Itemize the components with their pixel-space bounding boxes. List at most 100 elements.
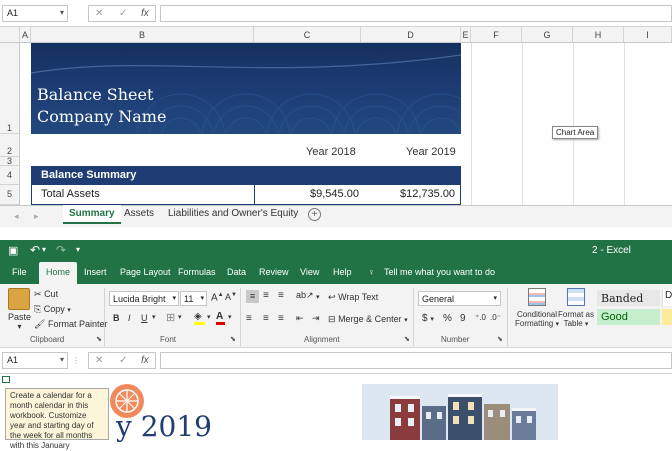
fx-icon[interactable]: fx — [141, 8, 149, 19]
align-right-icon[interactable]: ≡ — [278, 313, 284, 324]
fx-icon[interactable]: fx — [141, 355, 149, 366]
dialog-launcher-icon[interactable]: ⬊ — [96, 335, 102, 343]
enter-icon[interactable]: ✓ — [119, 355, 127, 366]
title-banner[interactable]: Balance Sheet Company Name — [31, 43, 461, 134]
chevron-down-icon[interactable]: ▾ — [60, 8, 64, 17]
chart-area-tooltip: Chart Area — [552, 126, 599, 139]
sheet-tab-liabilities[interactable]: Liabilities and Owner's Equity — [162, 205, 304, 224]
tab-insert[interactable]: Insert — [84, 262, 107, 284]
select-all-corner[interactable] — [0, 27, 20, 43]
copy-button[interactable]: ⎘ Copy ▾ — [34, 304, 71, 315]
format-as-table-button[interactable]: Format as Table ▾ — [557, 288, 595, 328]
scroll-left-icon[interactable]: ◂ — [14, 211, 19, 222]
comma-button[interactable]: 9 — [460, 313, 466, 324]
decrease-font-icon[interactable]: A▼ — [225, 292, 237, 302]
column-header-c[interactable]: C — [254, 27, 361, 43]
align-left-icon[interactable]: ≡ — [246, 313, 252, 324]
tab-file[interactable]: File — [12, 262, 27, 284]
align-top-icon[interactable]: ≡ — [246, 290, 259, 303]
column-header-d[interactable]: D — [361, 27, 461, 43]
column-header-g[interactable]: G — [522, 27, 573, 43]
tab-home[interactable]: Home — [39, 262, 78, 284]
format-painter-button[interactable]: 🖌 Format Painter — [34, 319, 107, 330]
borders-icon[interactable]: ⊞ — [166, 311, 175, 324]
decrease-indent-icon[interactable]: ⇤ — [296, 313, 304, 324]
style-gallery-next-2[interactable] — [662, 309, 672, 325]
name-box-2[interactable]: A1 ▾ — [2, 352, 68, 369]
wrap-text-button[interactable]: ↩ Wrap Text — [328, 292, 378, 303]
sheet-tab-summary[interactable]: Summary — [63, 205, 121, 224]
font-family-select[interactable]: Lucida Bright ▾ — [109, 291, 179, 306]
align-middle-icon[interactable]: ≡ — [263, 290, 269, 301]
chevron-down-icon[interactable]: ▾ — [178, 313, 182, 321]
chevron-down-icon[interactable]: ▾ — [316, 293, 320, 301]
column-header-b[interactable]: B — [31, 27, 254, 43]
redo-icon[interactable]: ↷ — [56, 243, 66, 257]
add-sheet-button[interactable]: + — [308, 208, 321, 221]
table-row[interactable]: Total Assets $9,545.00 $12,735.00 — [31, 185, 461, 205]
tell-me-box[interactable]: Tell me what you want to do — [384, 262, 495, 284]
style-banded[interactable]: Banded — [597, 290, 660, 306]
column-header-a[interactable]: A — [20, 27, 31, 43]
cancel-icon[interactable]: ✕ — [95, 355, 103, 366]
increase-font-icon[interactable]: A▲ — [211, 292, 224, 303]
decrease-decimal-icon[interactable]: .0⁻ — [490, 313, 501, 322]
enter-icon[interactable]: ✓ — [119, 8, 127, 19]
number-format-select[interactable]: General ▾ — [418, 291, 501, 306]
splitter-icon[interactable]: ⋮ — [72, 356, 80, 365]
bold-button[interactable]: B — [113, 313, 120, 323]
formula-input[interactable] — [160, 5, 672, 22]
conditional-formatting-button[interactable]: Conditional Formatting ▾ — [513, 288, 561, 328]
paste-button[interactable]: Paste ▾ — [8, 288, 31, 331]
dialog-launcher-icon[interactable]: ⬊ — [230, 335, 236, 343]
dialog-launcher-icon[interactable]: ⬊ — [497, 335, 503, 343]
cut-button[interactable]: ✂ Cut — [34, 289, 58, 300]
formula-input-2[interactable] — [160, 352, 672, 369]
scroll-right-icon[interactable]: ▸ — [34, 211, 39, 222]
chevron-down-icon[interactable]: ▾ — [60, 355, 64, 364]
increase-indent-icon[interactable]: ⇥ — [312, 313, 320, 324]
chevron-down-icon[interactable]: ▾ — [207, 313, 211, 321]
row-header-3[interactable]: 3 — [0, 157, 20, 166]
style-gallery-next-1[interactable]: D — [662, 290, 672, 306]
font-color-button[interactable]: A — [216, 311, 225, 325]
increase-decimal-icon[interactable]: ⁺.0 — [475, 313, 486, 322]
chevron-down-icon[interactable]: ▾ — [228, 313, 232, 321]
column-header-h[interactable]: H — [573, 27, 624, 43]
gridline — [573, 43, 574, 205]
tab-help[interactable]: Help — [333, 262, 352, 284]
currency-button[interactable]: $ ▾ — [422, 313, 434, 324]
undo-icon[interactable]: ↶ — [30, 243, 40, 257]
tab-review[interactable]: Review — [259, 262, 289, 284]
undo-dropdown-icon[interactable]: ▾ — [42, 245, 46, 254]
sheet-tab-assets[interactable]: Assets — [118, 205, 160, 224]
underline-button[interactable]: U — [141, 313, 148, 323]
merge-center-button[interactable]: ⊟ Merge & Center ▾ — [328, 314, 408, 325]
cancel-icon[interactable]: ✕ — [95, 8, 103, 19]
orientation-icon[interactable]: ab↗ — [296, 290, 314, 301]
column-header-e[interactable]: E — [461, 27, 471, 43]
row-header-5[interactable]: 5 — [0, 185, 20, 205]
selected-cell-marker[interactable] — [2, 376, 10, 383]
tab-page-layout[interactable]: Page Layout — [120, 262, 171, 284]
percent-button[interactable]: % — [443, 313, 452, 324]
save-icon[interactable]: ▣ — [8, 244, 18, 257]
row-header-1[interactable]: 1 — [0, 43, 20, 134]
align-bottom-icon[interactable]: ≡ — [278, 290, 284, 301]
italic-button[interactable]: I — [128, 313, 131, 323]
chevron-down-icon[interactable]: ▾ — [152, 313, 156, 321]
tab-view[interactable]: View — [300, 262, 319, 284]
row-header-4[interactable]: 4 — [0, 166, 20, 185]
customize-toolbar-icon[interactable]: ▾ — [76, 245, 80, 254]
tab-formulas[interactable]: Formulas — [178, 262, 216, 284]
font-size-select[interactable]: 11 ▾ — [180, 291, 207, 306]
fill-color-button[interactable]: ◈ — [194, 311, 205, 325]
column-header-f[interactable]: F — [471, 27, 522, 43]
style-good[interactable]: Good — [597, 309, 660, 325]
row-header-2[interactable]: 2 — [0, 134, 20, 157]
dialog-launcher-icon[interactable]: ⬊ — [404, 335, 410, 343]
tab-data[interactable]: Data — [227, 262, 246, 284]
column-header-i[interactable]: I — [624, 27, 672, 43]
name-box[interactable]: A1 ▾ — [2, 5, 68, 22]
align-center-icon[interactable]: ≡ — [263, 313, 269, 324]
